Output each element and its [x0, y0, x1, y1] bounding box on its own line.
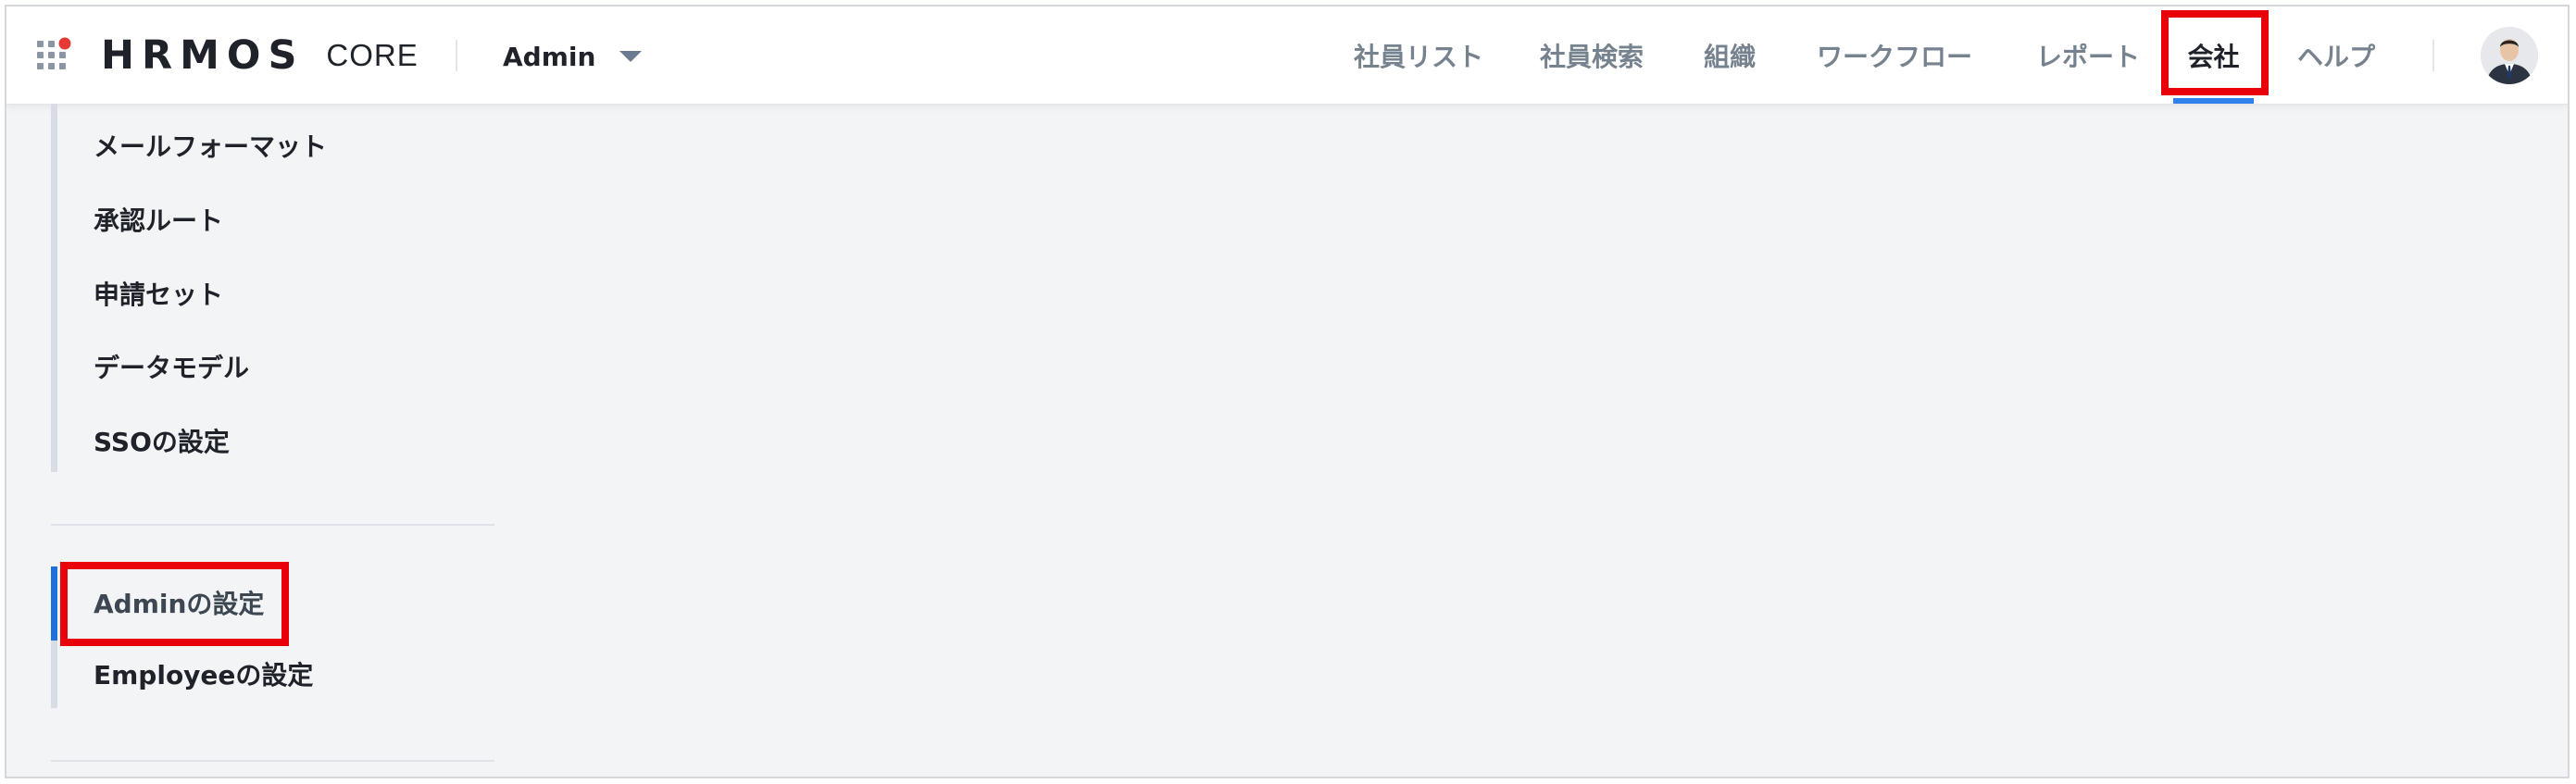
header-divider	[456, 40, 457, 71]
nav-company[interactable]: 会社	[2173, 6, 2254, 104]
nav-employee-list[interactable]: 社員リスト	[1349, 6, 1488, 104]
settings-sidebar: メールフォーマット 承認ルート 申請セット データモデル SSOの設定 Admi…	[6, 104, 497, 777]
nav-report[interactable]: レポート	[2025, 6, 2151, 104]
nav-workflow[interactable]: ワークフロー	[1807, 6, 1982, 104]
sidebar-item-sso-settings[interactable]: SSOの設定	[94, 422, 230, 459]
sidebar-active-indicator	[51, 566, 57, 641]
nav-help[interactable]: ヘルプ	[2288, 6, 2384, 104]
sidebar-item-employee-settings[interactable]: Employeeの設定	[94, 655, 313, 692]
active-tab-indicator	[2173, 98, 2254, 104]
sidebar-item-mail-format[interactable]: メールフォーマット	[94, 127, 327, 164]
app-window: HRMOS CORE Admin 社員リスト 社員検索 組織 ワークフロー レポ…	[5, 5, 2570, 778]
sidebar-rail	[51, 641, 57, 708]
sidebar-item-approval-route[interactable]: 承認ルート	[94, 201, 223, 238]
nav-employee-search[interactable]: 社員検索	[1530, 6, 1654, 104]
brand-logo[interactable]: HRMOS CORE	[101, 32, 419, 79]
role-switcher-dropdown[interactable]: Admin	[503, 34, 643, 79]
sidebar-divider	[51, 760, 494, 762]
nav-organization[interactable]: 組織	[1697, 6, 1762, 104]
sidebar-item-data-model[interactable]: データモデル	[94, 348, 249, 385]
header-divider-right	[2432, 40, 2434, 71]
brand-product: CORE	[326, 38, 419, 72]
user-avatar[interactable]	[2481, 27, 2538, 84]
brand-name: HRMOS	[101, 32, 305, 79]
caret-down-icon	[619, 51, 643, 62]
sidebar-divider	[51, 524, 494, 526]
top-header: HRMOS CORE Admin 社員リスト 社員検索 組織 ワークフロー レポ…	[6, 6, 2568, 105]
user-photo-icon	[2481, 27, 2538, 84]
app-launcher-icon[interactable]	[35, 37, 76, 78]
sidebar-rail	[51, 104, 57, 472]
sidebar-item-application-set[interactable]: 申請セット	[94, 275, 223, 312]
sidebar-item-admin-settings[interactable]: Adminの設定	[94, 584, 264, 621]
role-switcher-label: Admin	[503, 41, 596, 72]
